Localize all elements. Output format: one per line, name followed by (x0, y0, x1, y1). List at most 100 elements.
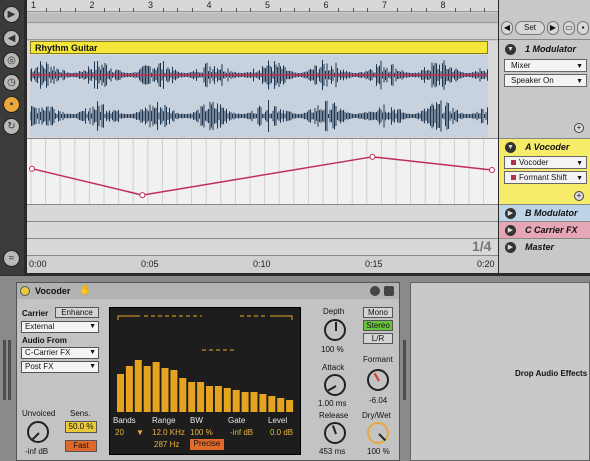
speaker-icon[interactable]: ◀ (3, 30, 20, 47)
ruler-tick (104, 8, 106, 12)
stereo-toggle[interactable]: Stereo (363, 320, 393, 331)
prev-locator-icon[interactable]: ◀ (501, 21, 513, 35)
fold-track-icon[interactable]: ▼ (505, 44, 516, 55)
unfold-track-icon[interactable]: ▶ (505, 208, 516, 219)
clip-header[interactable]: Rhythm Guitar (30, 41, 488, 54)
automation-lane[interactable] (27, 138, 498, 205)
level-value[interactable]: 0.0 dB (270, 428, 293, 437)
add-lane-icon[interactable]: + (574, 191, 584, 201)
formant-knob[interactable] (367, 369, 389, 391)
release-knob[interactable] (324, 422, 346, 444)
gate-value[interactable]: -inf dB (230, 428, 253, 437)
depth-knob[interactable] (324, 319, 346, 341)
add-lane-icon[interactable]: + (574, 123, 584, 133)
automation-envelope[interactable] (27, 139, 498, 205)
wave-icon[interactable]: ≈ (3, 250, 20, 267)
parameter-chooser[interactable]: Formant Shift ▼ (504, 171, 587, 184)
enhance-toggle[interactable]: Enhance (55, 307, 99, 318)
audio-clip-lane[interactable]: Rhythm Guitar (27, 41, 498, 138)
play-icon[interactable]: ▶ (3, 6, 20, 23)
ruler-tick (177, 8, 179, 12)
unfold-track-icon[interactable]: ▶ (505, 225, 516, 236)
band-bar (214, 386, 222, 412)
band-bar (161, 368, 169, 412)
time-label: 0:00 (29, 259, 47, 269)
track-header-a-vocoder[interactable]: ▼ A Vocoder Vocoder ▼ Formant Shift ▼ + (499, 138, 590, 204)
track-name: B Modulator (525, 208, 578, 218)
chevron-down-icon: ▼ (89, 323, 96, 330)
hot-swap-icon[interactable] (370, 286, 380, 296)
bar-ruler[interactable]: 123456789 (27, 0, 544, 12)
ruler-tick (45, 8, 47, 12)
save-preset-icon[interactable] (384, 286, 394, 296)
precise-toggle[interactable]: Precise (190, 439, 224, 450)
drywet-value: 100 % (367, 447, 390, 456)
bar-number: 6 (323, 0, 329, 10)
parameter-chooser[interactable]: Speaker On ▼ (504, 74, 587, 87)
attack-knob[interactable] (324, 374, 346, 396)
track-lane-b-modulator[interactable] (27, 204, 498, 221)
time-ruler[interactable]: 0:00 0:05 0:10 0:15 0:20 (27, 255, 498, 273)
folder-icon[interactable]: ▪ (3, 96, 20, 113)
output-meter (403, 340, 406, 400)
vocoder-device[interactable]: Vocoder ✋ Carrier Enhance External ▼ Audi… (16, 282, 400, 461)
bar-number: 4 (206, 0, 212, 10)
level-label: Level (268, 416, 288, 425)
track-header-1-modulator[interactable]: ▼ 1 Modulator Mixer ▼ Speaker On ▼ + (499, 39, 590, 138)
track-lane-master[interactable] (27, 238, 498, 255)
post-fx-select[interactable]: Post FX ▼ (21, 361, 99, 373)
disc-icon[interactable]: ◎ (3, 52, 20, 69)
fast-toggle[interactable]: Fast (65, 440, 97, 452)
page-indicator: 1/4 (472, 238, 492, 254)
ruler-tick (455, 8, 457, 12)
device-title: Vocoder (35, 286, 71, 296)
ruler-tick (308, 8, 310, 12)
loop-strip[interactable] (27, 13, 498, 23)
audio-effect-drop-zone[interactable]: Drop Audio Effects (410, 282, 590, 461)
fold-icon[interactable]: ▭ (563, 21, 575, 35)
set-locator-button[interactable]: Set (515, 21, 545, 35)
drywet-knob[interactable] (367, 422, 389, 444)
track-name: 1 Modulator (525, 44, 576, 54)
unvoiced-knob[interactable] (27, 421, 49, 443)
track-header-c-carrier[interactable]: ▶ C Carrier FX (499, 221, 590, 238)
bands-chevron-icon[interactable]: ▼ (136, 428, 144, 437)
range-low-value[interactable]: 287 Hz (154, 440, 179, 449)
track-header-b-modulator[interactable]: ▶ B Modulator (499, 204, 590, 221)
carrier-select[interactable]: External ▼ (21, 321, 99, 333)
clock-icon[interactable]: ◷ (3, 74, 20, 91)
bands-value[interactable]: 20 (115, 428, 124, 437)
waveform (30, 55, 488, 137)
lock-icon[interactable]: ▪ (577, 21, 589, 35)
track-lane-c-carrier[interactable] (27, 221, 498, 238)
ruler-tick (162, 8, 164, 12)
depth-value: 100 % (321, 345, 344, 354)
mono-toggle[interactable]: Mono (363, 307, 393, 318)
sens-value-box[interactable]: 50.0 % (65, 421, 97, 433)
next-locator-icon[interactable]: ▶ (547, 21, 559, 35)
unfold-track-icon[interactable]: ▶ (505, 242, 516, 253)
device-power-icon[interactable] (20, 286, 30, 296)
carrier-label: Carrier (22, 309, 49, 318)
range-high-value[interactable]: 12.0 KHz (152, 428, 185, 437)
audio-from-select[interactable]: C-Carrier FX ▼ (21, 347, 99, 359)
device-chooser[interactable]: Vocoder ▼ (504, 156, 587, 169)
loop-icon[interactable]: ↻ (3, 118, 20, 135)
lr-toggle[interactable]: L/R (363, 333, 393, 344)
device-titlebar[interactable]: Vocoder ✋ (17, 283, 399, 299)
arrangement-view[interactable]: 123456789 Rhythm Guitar 1/4 0:000:050:10… (27, 0, 544, 273)
audio-from-label: Audio From (22, 336, 67, 345)
fold-track-icon[interactable]: ▼ (505, 142, 516, 153)
bw-value[interactable]: 100 % (190, 428, 213, 437)
band-display[interactable]: Bands Range BW Gate Level 20 ▼ 12.0 KHz … (109, 307, 301, 455)
ruler-tick (279, 8, 281, 12)
formant-value: -6.04 (369, 396, 388, 405)
bar-number: 2 (89, 0, 95, 10)
chevron-down-icon: ▼ (89, 363, 96, 370)
ruler-tick (60, 8, 62, 12)
track-header-master[interactable]: ▶ Master (499, 238, 590, 255)
ruler-tick (235, 8, 237, 12)
automation-breakpoint (369, 153, 376, 160)
device-chooser[interactable]: Mixer ▼ (504, 59, 587, 72)
band-bar (125, 366, 133, 412)
